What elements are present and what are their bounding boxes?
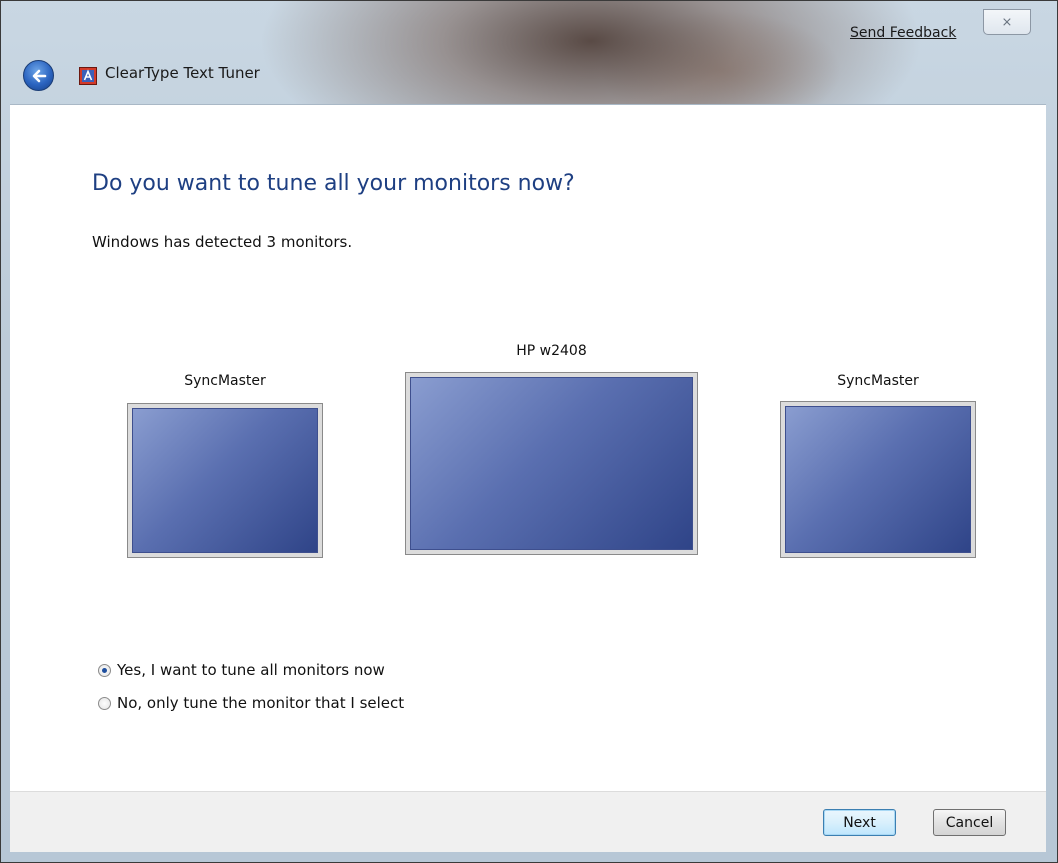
wizard-content: Do you want to tune all your monitors no…: [10, 104, 1046, 792]
detected-monitors-text: Windows has detected 3 monitors.: [92, 233, 353, 251]
cleartype-app-icon: [79, 67, 97, 85]
close-button[interactable]: ⨯: [983, 9, 1031, 35]
monitor-screen: [785, 406, 971, 553]
monitor-left[interactable]: [127, 403, 323, 558]
radio-button[interactable]: [98, 696, 111, 710]
window-title: ClearType Text Tuner: [105, 64, 260, 82]
monitor-label-left: SyncMaster: [184, 373, 266, 389]
back-button[interactable]: [23, 60, 54, 91]
radio-button-selected[interactable]: [98, 663, 111, 677]
wizard-footer: Next Cancel: [10, 791, 1046, 852]
cancel-button[interactable]: Cancel: [933, 809, 1006, 836]
monitor-center[interactable]: [405, 372, 698, 555]
send-feedback-link[interactable]: Send Feedback: [850, 25, 956, 41]
monitor-label-center: HP w2408: [516, 343, 587, 359]
option-tune-selected[interactable]: No, only tune the monitor that I select: [98, 694, 404, 712]
option-tune-all-label: Yes, I want to tune all monitors now: [117, 661, 385, 679]
option-tune-all[interactable]: Yes, I want to tune all monitors now: [98, 661, 385, 679]
monitor-label-right: SyncMaster: [837, 373, 919, 389]
option-tune-selected-label: No, only tune the monitor that I select: [117, 694, 405, 712]
next-button[interactable]: Next: [823, 809, 896, 836]
close-icon: ⨯: [1001, 14, 1013, 30]
monitor-right[interactable]: [780, 401, 976, 558]
monitor-screen: [132, 408, 318, 553]
back-arrow-icon: [32, 69, 46, 82]
page-title: Do you want to tune all your monitors no…: [92, 171, 575, 196]
cleartype-window: Send Feedback ⨯ ClearType Text Tuner Do …: [0, 0, 1058, 863]
monitor-screen: [410, 377, 693, 550]
